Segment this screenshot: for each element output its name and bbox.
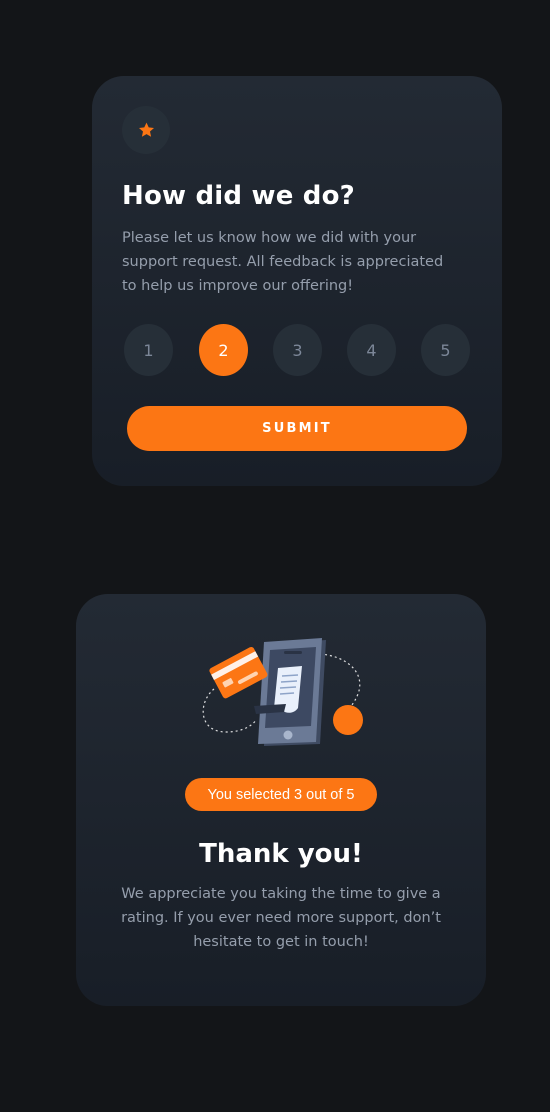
rating-title: How did we do? [122, 181, 355, 211]
rating-card: How did we do? Please let us know how we… [92, 76, 502, 486]
thank-you-card: You selected 3 out of 5 Thank you! We ap… [76, 594, 486, 1006]
rating-options: 1 2 3 4 5 [124, 324, 470, 376]
rating-button-4[interactable]: 4 [347, 324, 396, 376]
rating-button-1[interactable]: 1 [124, 324, 173, 376]
submit-button[interactable]: SUBMIT [127, 406, 467, 451]
selected-rating-badge: You selected 3 out of 5 [185, 778, 377, 811]
page: How did we do? Please let us know how we… [0, 0, 550, 1112]
rating-button-2[interactable]: 2 [199, 324, 248, 376]
thank-you-title: Thank you! [199, 839, 363, 869]
star-badge [122, 106, 170, 154]
rating-button-3[interactable]: 3 [273, 324, 322, 376]
thank-you-description: We appreciate you taking the time to giv… [121, 886, 441, 950]
rating-description: Please let us know how we did with your … [122, 230, 444, 294]
payment-phone-illustration [202, 638, 363, 746]
star-icon [138, 122, 154, 137]
rating-button-5[interactable]: 5 [421, 324, 470, 376]
